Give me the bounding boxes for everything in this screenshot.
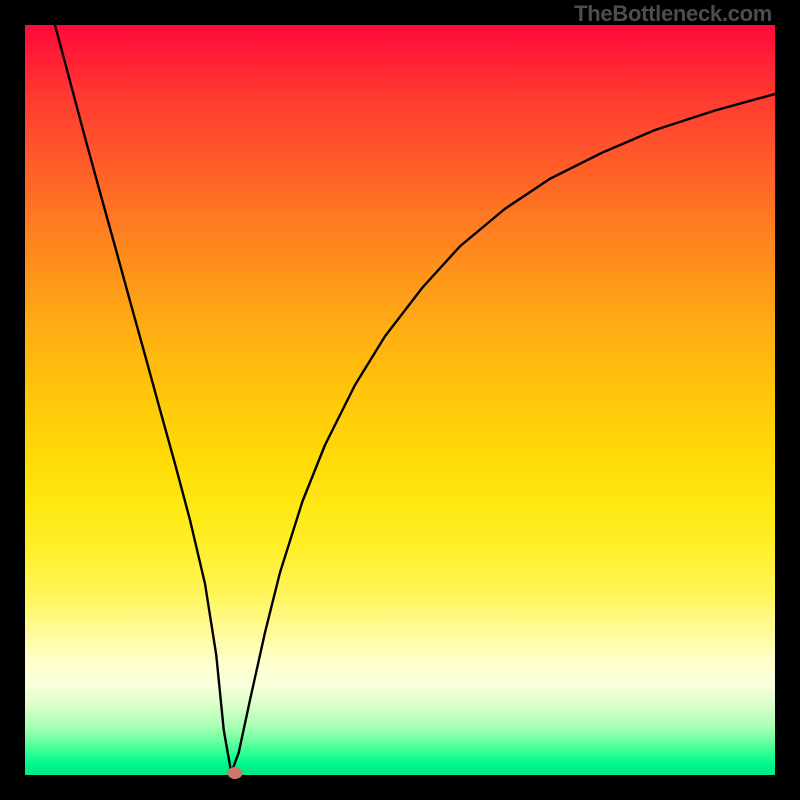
minimum-marker-dot — [228, 767, 243, 779]
watermark-label: TheBottleneck.com — [574, 1, 772, 27]
chart-gradient-background — [25, 25, 775, 775]
